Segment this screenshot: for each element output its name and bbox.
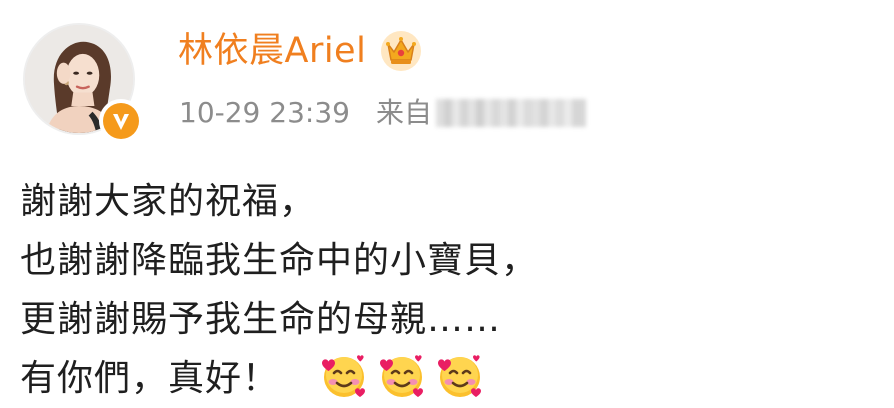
post-meta: 10-29 23:39 来自: [179, 99, 586, 127]
username-link[interactable]: 林依晨Ariel: [178, 33, 366, 69]
crown-vip-icon[interactable]: [380, 30, 422, 72]
emoji-row: [319, 351, 485, 401]
smiling-face-with-hearts-icon: [435, 351, 485, 401]
verified-v-badge-icon: [99, 99, 143, 143]
source-device-redacted: [435, 99, 586, 127]
weibo-post: 林依晨Ariel 10-29 23:39 来自 謝謝大家的祝福， 也謝謝降臨我生…: [0, 0, 894, 408]
smiling-face-with-hearts-icon: [377, 351, 427, 401]
post-text-line-1: 謝謝大家的祝福，: [20, 181, 317, 222]
post-text-line-3: 更謝謝賜予我生命的母親……: [20, 299, 502, 340]
post-text-line-2: 也謝謝降臨我生命中的小寶貝，: [20, 240, 539, 281]
username-row: 林依晨Ariel: [178, 30, 422, 72]
post-text-line-4-wrapper: 有你們，真好！: [20, 349, 880, 408]
post-content: 謝謝大家的祝福， 也謝謝降臨我生命中的小寶貝， 更謝謝賜予我生命的母親…… 有你…: [20, 172, 880, 408]
post-timestamp[interactable]: 10-29 23:39: [179, 99, 350, 127]
source-label: 来自: [375, 96, 432, 129]
post-text-line-4: 有你們，真好！: [20, 358, 280, 399]
smiling-face-with-hearts-icon: [319, 351, 369, 401]
